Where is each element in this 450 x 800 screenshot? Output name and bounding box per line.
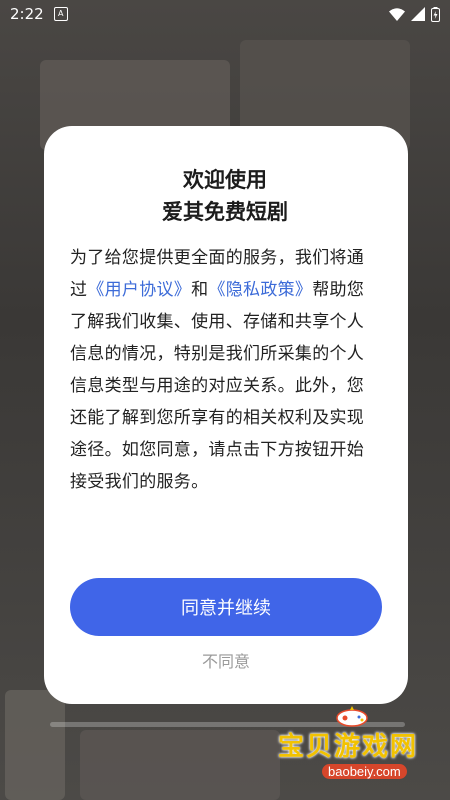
battery-icon — [431, 6, 440, 22]
status-time: 2:22 — [10, 5, 44, 23]
signal-icon — [411, 7, 425, 21]
dialog-body: 为了给您提供更全面的服务，我们将通过《用户协议》和《隐私政策》帮助您了解我们收集… — [70, 242, 380, 498]
watermark-text: 宝贝游戏网 — [278, 732, 419, 762]
watermark: 宝贝游戏网 baobeiy.com — [278, 704, 438, 784]
agree-continue-button[interactable]: 同意并继续 — [70, 578, 382, 636]
dialog-title-line1: 欢迎使用 — [183, 168, 267, 192]
body-and-text: 和 — [191, 280, 209, 300]
screen: 2:22 A 欢迎使用 爱其免费短剧 为了给您提供更全面的服务，我们将通过《用户… — [0, 0, 450, 800]
background-poster — [5, 690, 65, 800]
wifi-icon — [389, 7, 405, 21]
body-text-part2: 帮助您了解我们收集、使用、存储和共享个人信息的情况，特别是我们所采集的个人信息类… — [70, 280, 365, 492]
privacy-dialog: 欢迎使用 爱其免费短剧 为了给您提供更全面的服务，我们将通过《用户协议》和《隐私… — [44, 126, 408, 704]
dialog-title-line2: 爱其免费短剧 — [162, 200, 288, 224]
privacy-policy-link[interactable]: 《隐私政策》 — [208, 280, 312, 300]
dialog-title: 欢迎使用 爱其免费短剧 — [70, 164, 380, 228]
notification-icon: A — [53, 7, 68, 21]
watermark-url: baobeiy.com — [322, 764, 407, 779]
gamepad-logo-icon — [336, 706, 368, 727]
background-poster — [80, 730, 280, 800]
user-agreement-link[interactable]: 《用户协议》 — [87, 280, 191, 300]
disagree-button[interactable]: 不同意 — [44, 648, 408, 672]
status-bar: 2:22 A — [0, 0, 450, 28]
